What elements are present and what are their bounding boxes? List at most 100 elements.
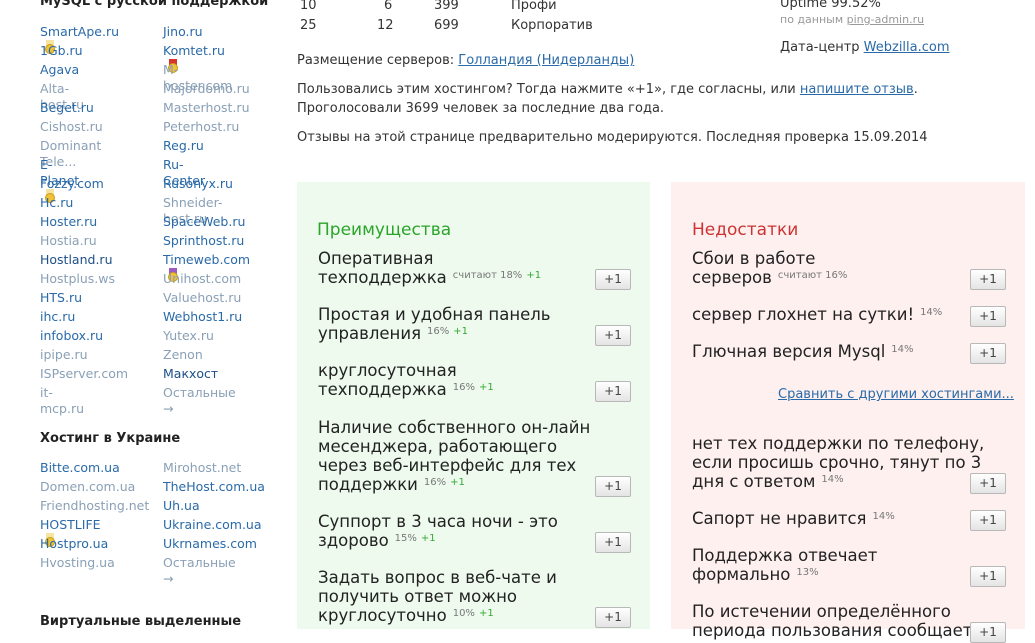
host-link-hostpro-ua[interactable]: Hostpro.ua [40,536,108,551]
plus-one-button[interactable]: +1 [970,510,1006,531]
sidebar-host-item: TheHost.com.ua [163,479,265,495]
vote-percent: 14% [920,307,942,318]
host-link-остальные[interactable]: Остальные → [163,385,236,416]
host-link-hoster-ru[interactable]: Hoster.ru [40,214,97,229]
plus-one-button[interactable]: +1 [970,566,1006,587]
host-link-bitte-com-ua[interactable]: Bitte.com.ua [40,460,120,475]
host-link-smartape-ru[interactable]: SmartApe.ru [40,24,119,39]
review-item-line: Суппорт в 3 часа ночи - это [318,512,558,531]
plus-one-button[interactable]: +1 [595,476,631,497]
vote-percent-value: 16% [423,477,447,488]
server-placement: Размещение серверов: Голландия (Нидерлан… [297,53,634,68]
host-link-domen-com-ua[interactable]: Domen.com.ua [40,479,135,494]
cons-heading: Недостатки [692,220,799,240]
sidebar-host-item: Hostia.ru [40,233,97,249]
host-link-unihost-com[interactable]: Unihost.com [163,271,241,286]
host-link-thehost-com-ua[interactable]: TheHost.com.ua [163,479,265,494]
host-link-rusonyx-ru[interactable]: Rusonyx.ru [163,176,233,191]
vote-plus-indicator: +1 [450,477,465,488]
vote-percent: 14% [891,344,913,355]
sidebar-host-item: ISPserver.com [40,366,128,382]
host-link-agava[interactable]: Agava [40,62,79,77]
host-link-beget-ru[interactable]: Beget.ru [40,100,94,115]
host-link-макхост[interactable]: Макхост [163,366,218,381]
write-review-link[interactable]: напишите отзыв [800,82,914,97]
review-item-line: По истечении определённого [692,602,972,621]
review-item-text: По истечении определённого периода пользо… [692,602,972,640]
sidebar-host-item: Hoster.ru [40,214,97,230]
host-link-infobox-ru[interactable]: infobox.ru [40,328,103,343]
plus-one-button[interactable]: +1 [970,473,1006,494]
host-link-hts-ru[interactable]: HTS.ru [40,290,82,305]
plus-one-button[interactable]: +1 [970,306,1006,327]
host-link-hostplus-ws[interactable]: Hostplus.ws [40,271,115,286]
sidebar-host-item: Hostplus.ws [40,271,115,287]
host-link-остальные[interactable]: Остальные → [163,555,236,586]
sidebar-host-item: Domen.com.ua [40,479,135,495]
plus-one-button[interactable]: +1 [595,381,631,402]
host-link-sprinthost-ru[interactable]: Sprinthost.ru [163,233,244,248]
review-item-text: Поддержка отвечает формально 13% [692,546,877,587]
host-link-cishost-ru[interactable]: Cishost.ru [40,119,103,134]
host-link-friendhosting-net[interactable]: Friendhosting.net [40,498,149,513]
host-link-hvosting-ua[interactable]: Hvosting.ua [40,555,115,570]
plus-one-button[interactable]: +1 [595,532,631,553]
sidebar-host-item: Majordomo.ru [163,81,250,97]
host-link-valuehost-ru[interactable]: Valuehost.ru [163,290,241,305]
review-item-line: сервер глохнет на сутки! 14% [692,305,942,327]
compare-hostings-link[interactable]: Сравнить с другими хостингами... [778,387,1014,402]
host-link-ukraine-com-ua[interactable]: Ukraine.com.ua [163,517,262,532]
datacenter-link[interactable]: Webzilla.com [864,40,950,55]
review-line-text: формально [692,565,791,584]
sidebar-host-item: Friendhosting.net [40,498,149,514]
review-item-line: техподдержка считают 18% +1 [318,268,541,290]
review-item-text: Простая и удобная панель управления 16% +1 [318,305,551,346]
host-link-hc-ru[interactable]: Hc.ru [40,195,73,210]
host-link-spaceweb-ru[interactable]: SpaceWeb.ru [163,214,245,229]
plus-one-button[interactable]: +1 [595,269,631,290]
host-link-zenon[interactable]: Zenon [163,347,203,362]
host-link-ipipe-ru[interactable]: ipipe.ru [40,347,88,362]
host-link-fozzy-com[interactable]: Fozzy.com [40,176,104,191]
host-link-hostlife[interactable]: HOSTLIFE [40,517,101,532]
host-link-it-mcp-ru[interactable]: it-mcp.ru [40,385,84,416]
vote-percent: 14% [821,474,843,485]
review-item-line: Наличие собственного он-лайн [318,418,590,437]
host-link-1gb-ru[interactable]: 1Gb.ru [40,43,83,58]
host-link-masterhost-ru[interactable]: Masterhost.ru [163,100,250,115]
vote-percent-value: 10% [452,608,475,619]
vote-plus-indicator: +1 [420,533,436,544]
plus-one-button[interactable]: +1 [595,325,631,346]
host-link-jino-ru[interactable]: Jino.ru [163,24,203,39]
host-link-mirohost-net[interactable]: Mirohost.net [163,460,241,475]
host-link-hostia-ru[interactable]: Hostia.ru [40,233,97,248]
host-link-yutex-ru[interactable]: Yutex.ru [163,328,214,343]
plus-one-button[interactable]: +1 [970,269,1006,290]
host-link-uh-ua[interactable]: Uh.ua [163,498,200,513]
host-link-ihc-ru[interactable]: ihc.ru [40,309,75,324]
review-line-text: техподдержка [318,268,447,287]
host-link-majordomo-ru[interactable]: Majordomo.ru [163,81,250,96]
host-link-timeweb-com[interactable]: Timeweb.com [163,252,250,267]
host-link-ukrnames-com[interactable]: Ukrnames.com [163,536,257,551]
plus-one-button[interactable]: +1 [595,607,631,628]
review-item-line: поддержки 16% +1 [318,475,590,497]
host-link-komtet-ru[interactable]: Komtet.ru [163,43,225,58]
moderation-note: Отзывы на этой странице предварительно м… [297,130,928,145]
review-item-line: круглосуточно 10% +1 [318,606,557,628]
uptime-source-label: по данным [780,13,847,26]
host-link-ispserver-com[interactable]: ISPserver.com [40,366,128,381]
review-line-text: нет тех поддержки по телефону, [692,434,985,453]
host-link-webhost1-ru[interactable]: Webhost1.ru [163,309,242,324]
vote-count: Проголосовали 3699 человек за последние … [297,101,665,116]
review-item-text: Глючная версия Mysql 14% [692,342,914,364]
placement-link[interactable]: Голландия (Нидерланды) [458,53,634,68]
sidebar-host-item: ihc.ru [40,309,75,325]
plus-one-button[interactable]: +1 [970,343,1006,364]
host-link-hostland-ru[interactable]: Hostland.ru [40,252,113,267]
ping-admin-link[interactable]: ping-admin.ru [847,13,924,26]
host-link-reg-ru[interactable]: Reg.ru [163,138,204,153]
host-link-peterhost-ru[interactable]: Peterhost.ru [163,119,239,134]
vote-percent-value: считают 16% [777,270,848,281]
plus-one-button[interactable]: +1 [970,622,1006,643]
